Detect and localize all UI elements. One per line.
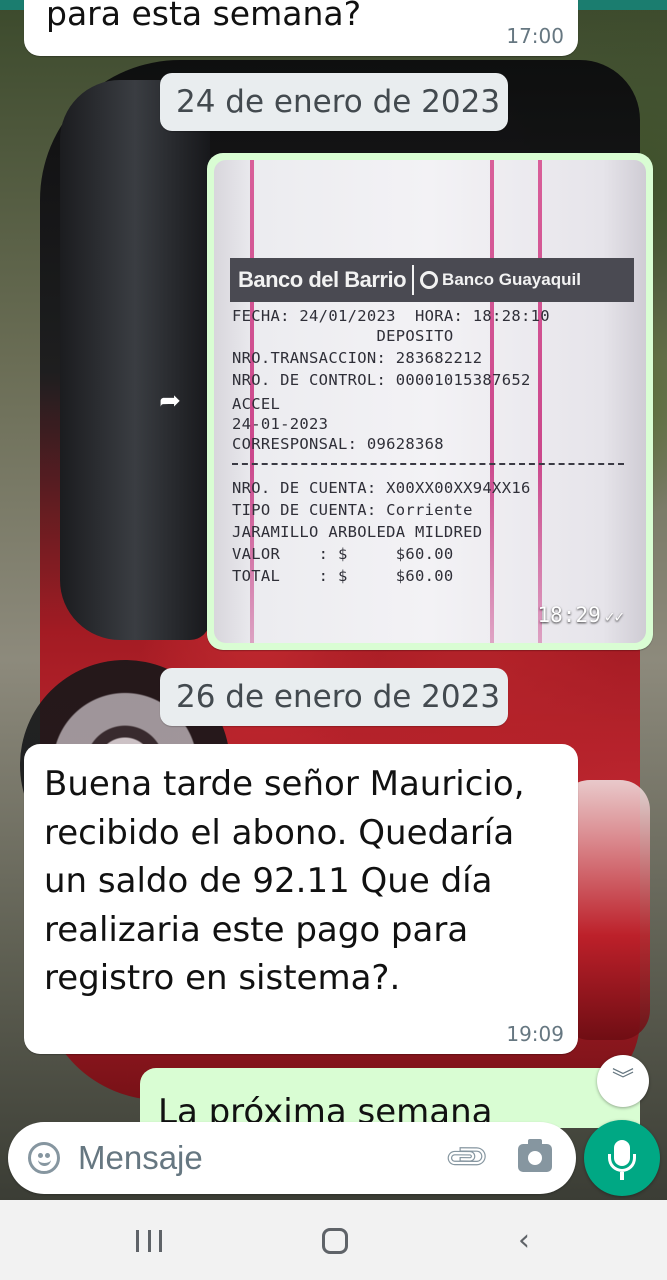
bank-name: Banco del Barrio xyxy=(238,267,407,292)
camera-icon[interactable] xyxy=(518,1139,552,1172)
message-meta: 18:29 ✓✓ xyxy=(538,603,624,627)
ink-streak xyxy=(490,160,494,643)
receipt-line-transaction: NRO.TRANSACCION: 283682212 xyxy=(232,349,483,367)
home-icon[interactable] xyxy=(322,1228,348,1254)
header-divider xyxy=(412,265,415,295)
incoming-message[interactable]: Buena tarde señor Mauricio, recibido el … xyxy=(24,744,578,1054)
back-icon[interactable]: ‹ xyxy=(512,1224,536,1258)
ink-streak xyxy=(538,160,542,643)
receipt-line-account-type: TIPO DE CUENTA: Corriente xyxy=(232,501,473,519)
scroll-to-bottom-button[interactable]: ︾ xyxy=(597,1055,649,1107)
forward-icon[interactable]: ➦ xyxy=(155,386,185,416)
bank-logo-icon xyxy=(420,271,439,289)
receipt-divider xyxy=(232,463,624,465)
bank-partner: Banco Guayaquil xyxy=(442,270,581,289)
message-time: 19:09 xyxy=(506,1022,564,1046)
receipt-line-date2: 24-01-2023 xyxy=(232,415,329,433)
message-text: para esta semana? xyxy=(46,0,362,33)
receipt-line-value: VALOR : $ $60.00 xyxy=(232,545,454,563)
date-separator: 24 de enero de 2023 xyxy=(160,73,508,131)
outgoing-message[interactable]: La próxima semana xyxy=(140,1068,640,1128)
message-time: 17:00 xyxy=(506,24,564,48)
receipt-photo[interactable]: Banco del Barrio Banco Guayaquil FECHA: … xyxy=(214,160,646,643)
paperclip-icon[interactable]: 📎︎ xyxy=(441,1131,495,1185)
outgoing-image-message[interactable]: Banco del Barrio Banco Guayaquil FECHA: … xyxy=(207,153,653,650)
receipt-line-agency: ACCEL xyxy=(232,395,281,413)
wallpaper-car-window xyxy=(60,80,210,640)
receipt-line-holder: JARAMILLO ARBOLEDA MILDRED xyxy=(232,523,483,541)
receipt-line-total: TOTAL : $ $60.00 xyxy=(232,567,454,585)
microphone-leg xyxy=(620,1172,624,1180)
receipt-line-control: NRO. DE CONTROL: 00001015387652 xyxy=(232,371,531,389)
incoming-message[interactable]: para esta semana? 17:00 xyxy=(24,0,578,56)
message-text: Buena tarde señor Mauricio, recibido el … xyxy=(44,764,525,998)
receipt-bank-header: Banco del Barrio Banco Guayaquil xyxy=(230,258,634,302)
message-time: 18:29 xyxy=(537,603,601,627)
receipt-line-date: FECHA: 24/01/2023 HORA: 18:28:10 xyxy=(232,307,550,325)
voice-message-button[interactable] xyxy=(584,1120,660,1196)
receipt-line-corresponsal: CORRESPONSAL: 09628368 xyxy=(232,435,444,453)
microphone-stand xyxy=(608,1154,636,1172)
date-separator: 26 de enero de 2023 xyxy=(160,668,508,726)
recent-apps-icon[interactable] xyxy=(136,1230,162,1252)
double-chevron-down-icon: ︾ xyxy=(611,1068,634,1093)
receipt-line-type: DEPOSITO xyxy=(376,327,454,345)
system-navigation-bar: ‹ xyxy=(0,1200,667,1280)
message-composer: 📎︎ xyxy=(8,1122,576,1194)
read-receipt-icon: ✓✓ xyxy=(604,607,624,626)
smiley-icon[interactable] xyxy=(28,1142,60,1174)
receipt-line-account: NRO. DE CUENTA: X00XX00XX94XX16 xyxy=(232,479,531,497)
message-input[interactable] xyxy=(78,1134,438,1182)
